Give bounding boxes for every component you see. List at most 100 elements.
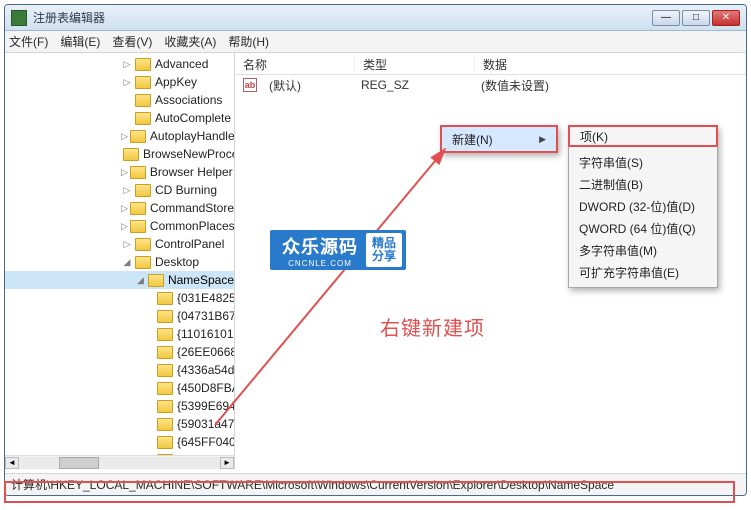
- tree-item[interactable]: BrowseNewProces: [5, 145, 234, 163]
- scroll-right-button[interactable]: ►: [220, 457, 234, 469]
- tree-twisty[interactable]: ▷: [121, 77, 133, 88]
- tree-item[interactable]: {4336a54d-0: [5, 361, 234, 379]
- context-submenu-new[interactable]: 项(K) 字符串值(S) 二进制值(B) DWORD (32-位)值(D) QW…: [568, 125, 718, 288]
- scroll-track[interactable]: [19, 457, 220, 469]
- tree-item[interactable]: ▷Browser Helper Ol: [5, 163, 234, 181]
- folder-icon: [148, 274, 164, 287]
- tree-label: {031E4825-7: [177, 291, 235, 305]
- maximize-button[interactable]: □: [682, 10, 710, 26]
- ctx-item-dword[interactable]: DWORD (32-位)值(D): [569, 195, 717, 217]
- menu-file[interactable]: 文件(F): [9, 33, 48, 50]
- folder-icon: [130, 220, 146, 233]
- ctx-item-new[interactable]: 新建(N) ▶: [442, 127, 556, 151]
- tree-label: {04731B67-D: [177, 309, 235, 323]
- minimize-button[interactable]: —: [652, 10, 680, 26]
- col-data[interactable]: 数据: [475, 53, 746, 74]
- list-row[interactable]: ab (默认) REG_SZ (数值未设置): [235, 75, 746, 95]
- tree-label: NameSpace: [168, 273, 234, 287]
- scroll-left-button[interactable]: ◄: [5, 457, 19, 469]
- watermark-line2: CNCNLE.COM: [288, 259, 352, 268]
- annotation-text: 右键新建项: [380, 312, 485, 341]
- tree-item[interactable]: {645FF040-5: [5, 433, 234, 451]
- context-menu-new[interactable]: 新建(N) ▶: [440, 125, 558, 153]
- tree-label: {4336a54d-0: [177, 363, 235, 377]
- tree-label: BrowseNewProces: [143, 147, 235, 161]
- watermark-line1: 众乐源码: [282, 233, 358, 259]
- status-path: 计算机\HKEY_LOCAL_MACHINE\SOFTWARE\Microsof…: [11, 476, 614, 493]
- tree-label: Advanced: [155, 57, 208, 71]
- ctx-item-binary[interactable]: 二进制值(B): [569, 173, 717, 195]
- tree-twisty[interactable]: ▷: [121, 221, 128, 232]
- tree-label: {11016101-E: [177, 327, 235, 341]
- tree-twisty[interactable]: ◢: [135, 275, 146, 286]
- tree-item[interactable]: ▷ CommandStore: [5, 199, 234, 217]
- value-name: (默认): [261, 77, 353, 94]
- tree-item[interactable]: AutoComplete: [5, 109, 234, 127]
- folder-icon: [157, 400, 173, 413]
- app-icon: [11, 10, 27, 26]
- ctx-item-multistring[interactable]: 多字符串值(M): [569, 239, 717, 261]
- tree-twisty[interactable]: ▷: [121, 185, 133, 196]
- tree-label: {450D8FBA-: [177, 381, 235, 395]
- tree-item[interactable]: {59031a47-3: [5, 415, 234, 433]
- folder-icon: [157, 346, 173, 359]
- tree-twisty[interactable]: ▷: [121, 59, 133, 70]
- close-button[interactable]: ✕: [712, 10, 740, 26]
- col-name[interactable]: 名称: [235, 53, 355, 74]
- folder-icon: [135, 94, 151, 107]
- tree-twisty[interactable]: ▷: [121, 239, 133, 250]
- string-value-icon: ab: [243, 78, 257, 92]
- tree-item[interactable]: {5399E694-6: [5, 397, 234, 415]
- scroll-thumb[interactable]: [59, 457, 99, 469]
- tree-item[interactable]: ◢ NameSpace: [5, 271, 234, 289]
- tree-label: CommandStore: [150, 201, 234, 215]
- tree-label: CD Burning: [155, 183, 217, 197]
- status-bar: 计算机\HKEY_LOCAL_MACHINE\SOFTWARE\Microsof…: [5, 473, 746, 495]
- value-data: (数值未设置): [473, 77, 557, 94]
- tree-item[interactable]: {031E4825-7: [5, 289, 234, 307]
- tree-label: {645FF040-5: [177, 435, 235, 449]
- watermark-main: 众乐源码 CNCNLE.COM: [274, 233, 366, 268]
- ctx-item-new-label: 新建(N): [452, 131, 493, 148]
- folder-icon: [135, 184, 151, 197]
- menu-view[interactable]: 查看(V): [112, 33, 152, 50]
- tree-item[interactable]: {04731B67-D: [5, 307, 234, 325]
- folder-icon: [135, 112, 151, 125]
- tree-twisty[interactable]: ▷: [121, 167, 128, 178]
- tree-hscrollbar[interactable]: ◄ ►: [5, 455, 234, 469]
- tree-twisty[interactable]: ▷: [121, 203, 128, 214]
- folder-icon: [157, 382, 173, 395]
- ctx-item-expandstring[interactable]: 可扩充字符串值(E): [569, 261, 717, 283]
- tree-twisty[interactable]: ◢: [121, 257, 133, 268]
- tree-label: Desktop: [155, 255, 199, 269]
- tree-item[interactable]: ▷ Advanced: [5, 55, 234, 73]
- window-controls: — □ ✕: [652, 10, 740, 26]
- tree-item[interactable]: ▷ControlPanel: [5, 235, 234, 253]
- menu-edit[interactable]: 编辑(E): [60, 33, 100, 50]
- folder-icon: [157, 364, 173, 377]
- list-header: 名称 类型 数据: [235, 53, 746, 75]
- tree-label: Associations: [155, 93, 222, 107]
- col-type[interactable]: 类型: [355, 53, 475, 74]
- tree-item[interactable]: ▷AutoplayHandlers: [5, 127, 234, 145]
- tree-item[interactable]: {26EE0668-A: [5, 343, 234, 361]
- tree-item[interactable]: Associations: [5, 91, 234, 109]
- tree-item[interactable]: ▷ CD Burning: [5, 181, 234, 199]
- folder-icon: [130, 202, 146, 215]
- tree-item[interactable]: {11016101-E: [5, 325, 234, 343]
- folder-icon: [135, 256, 151, 269]
- tree-item[interactable]: ▷CommonPlaces: [5, 217, 234, 235]
- tree-item[interactable]: {450D8FBA-: [5, 379, 234, 397]
- tree-twisty[interactable]: ▷: [121, 131, 128, 142]
- ctx-item-key[interactable]: 项(K): [568, 125, 718, 147]
- folder-icon: [135, 76, 151, 89]
- title-bar[interactable]: 注册表编辑器 — □ ✕: [5, 5, 746, 31]
- tree-pane[interactable]: ▷ Advanced ▷AppKey Associations AutoComplete…: [5, 53, 235, 469]
- menu-help[interactable]: 帮助(H): [228, 33, 269, 50]
- tree-label: AutoComplete: [155, 111, 231, 125]
- tree-item[interactable]: ◢ Desktop: [5, 253, 234, 271]
- ctx-item-qword[interactable]: QWORD (64 位)值(Q): [569, 217, 717, 239]
- ctx-item-string[interactable]: 字符串值(S): [569, 151, 717, 173]
- menu-favorites[interactable]: 收藏夹(A): [164, 33, 216, 50]
- tree-item[interactable]: ▷AppKey: [5, 73, 234, 91]
